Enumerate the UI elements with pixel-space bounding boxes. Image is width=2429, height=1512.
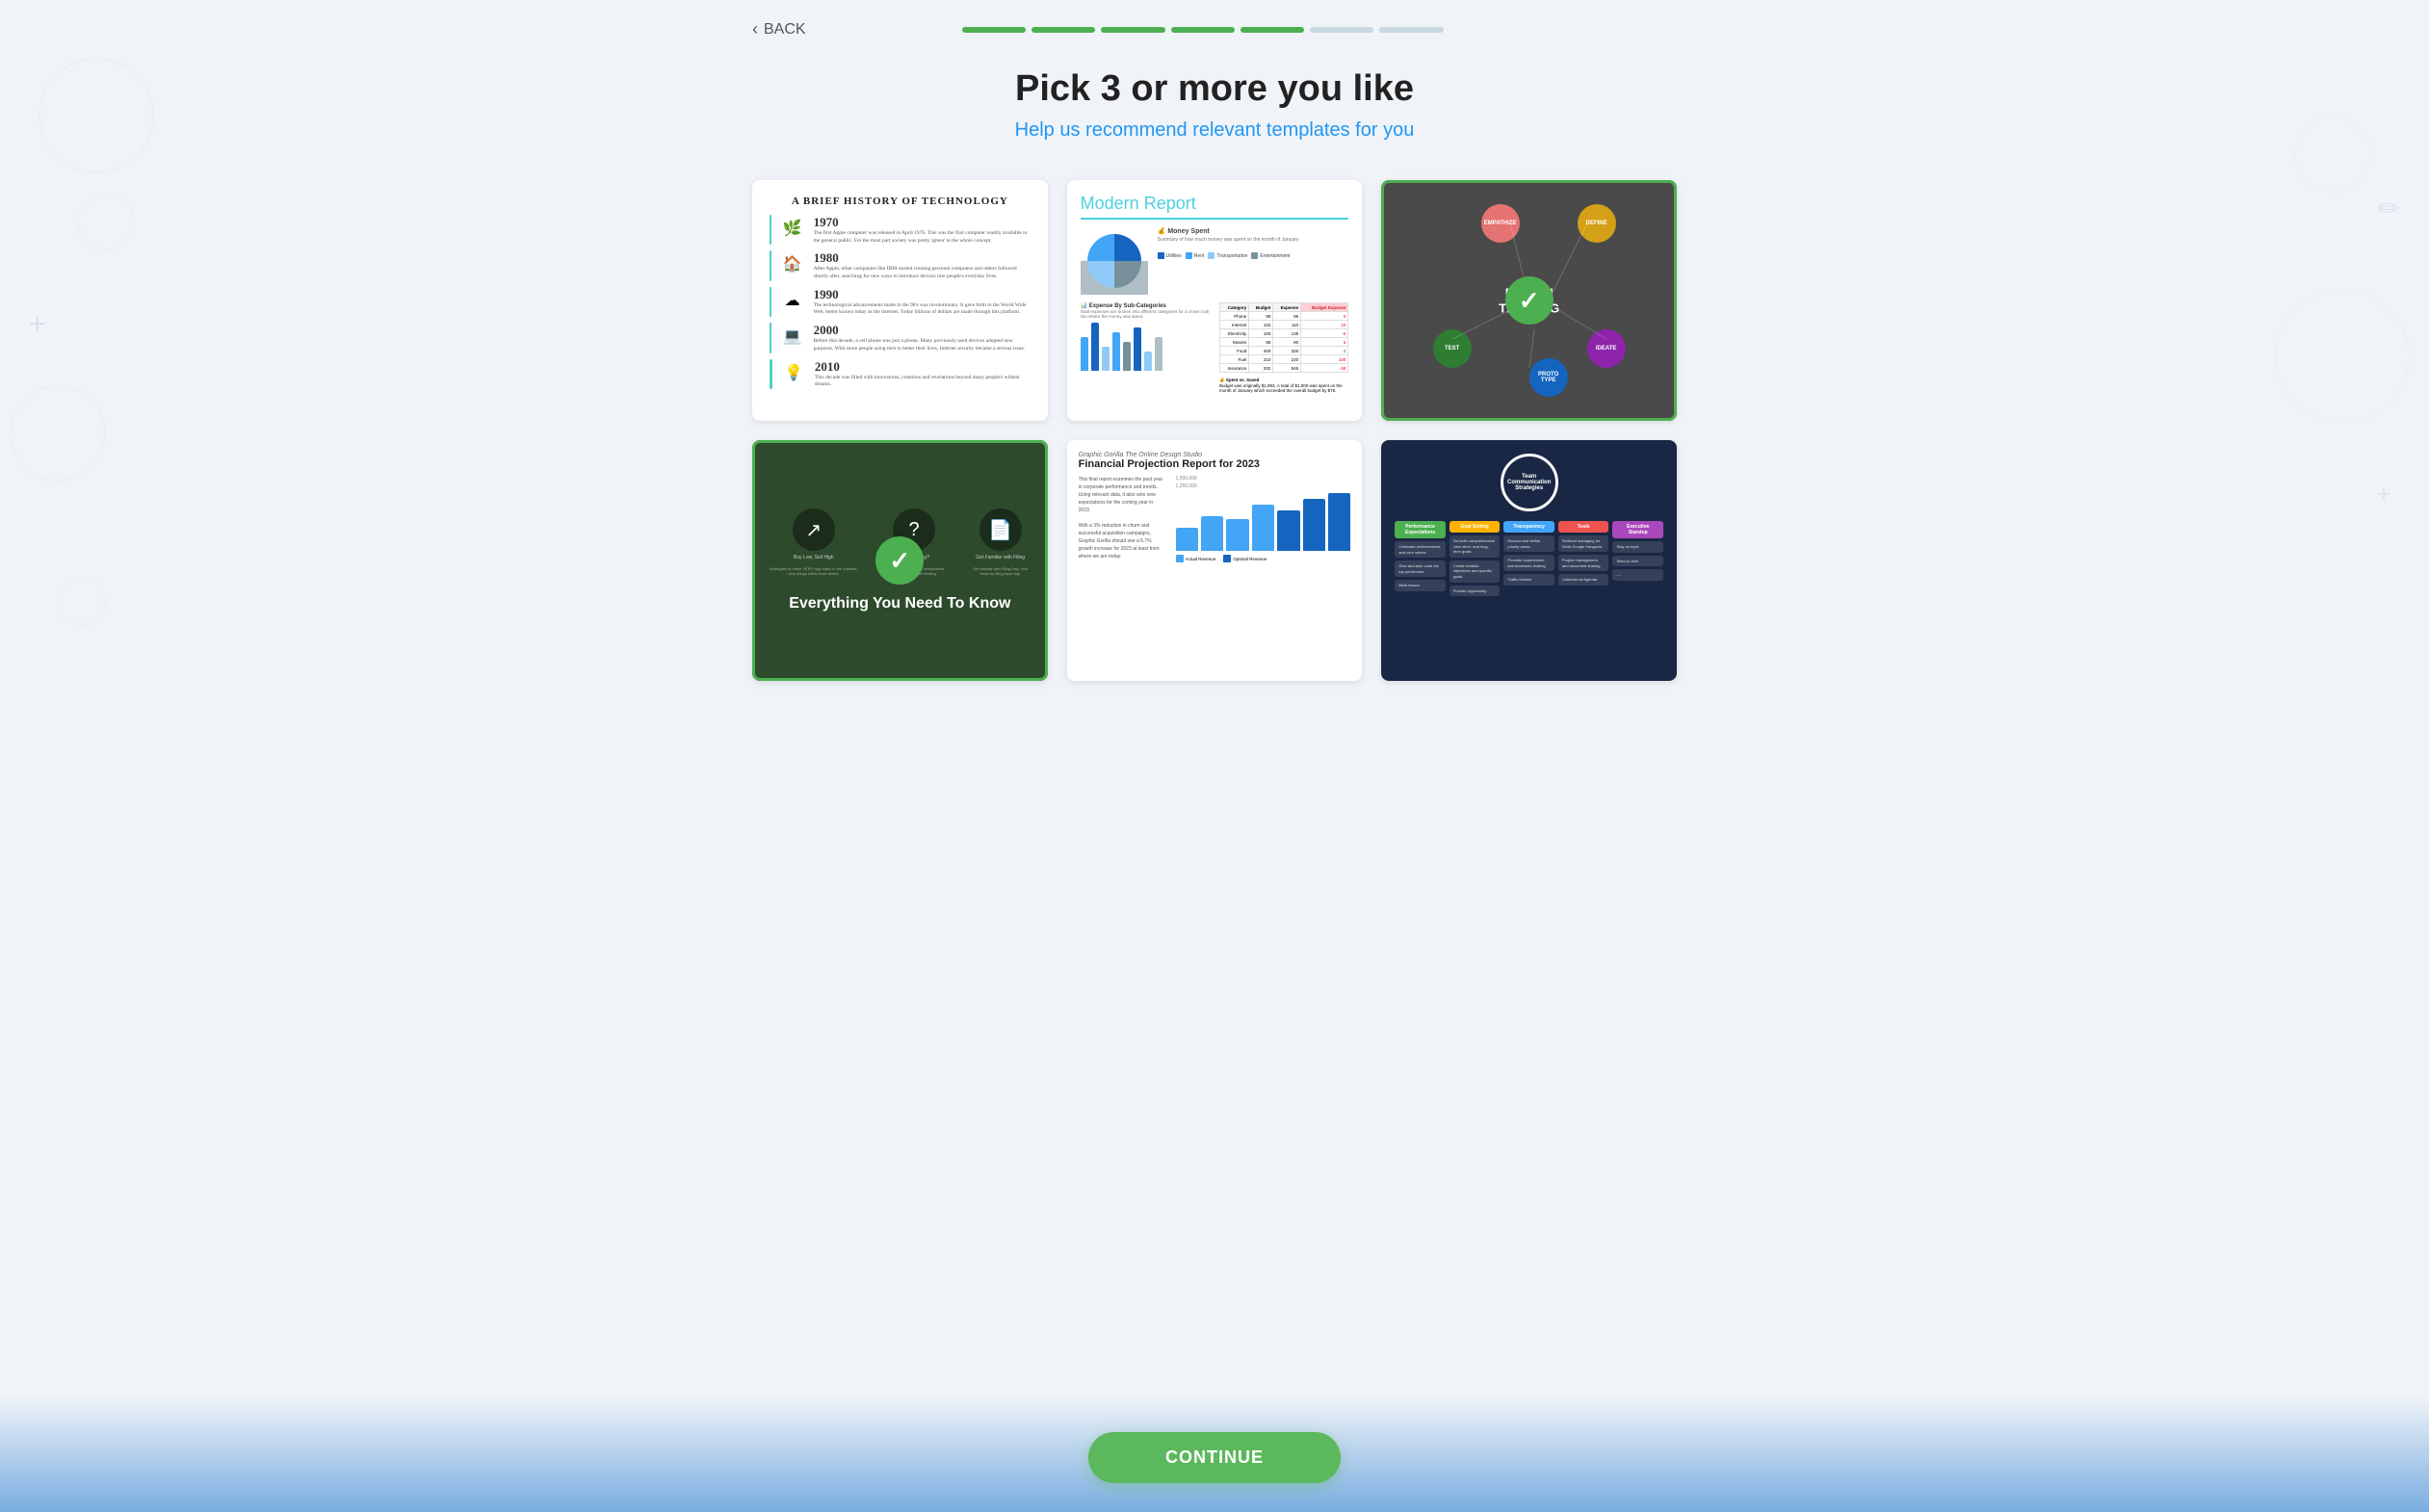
pie-chart-svg	[1081, 227, 1148, 295]
arrow-icon: ↗	[793, 508, 835, 551]
team-col-goals: Goal Setting Set both comprehensive view…	[1450, 521, 1501, 596]
title-section: Pick 3 or more you like Help us recommen…	[752, 68, 1677, 142]
financial-text: This final report examines the past year…	[1079, 476, 1166, 562]
history-icon-1980: 🏠	[779, 250, 806, 277]
team-col-tools: Tools Redirect managing for Work Google …	[1558, 521, 1609, 596]
fin-legend: Actual Revenue Optimal Revenue	[1176, 555, 1351, 562]
financial-header: Graphic Gorilla The Online Design Studio…	[1079, 452, 1351, 470]
financial-title: Financial Projection Report for 2023	[1079, 458, 1351, 470]
team-content: Team Communication Strategies Performanc…	[1381, 440, 1677, 681]
history-item-2010: 💡 2010 This decade was filled with innov…	[768, 359, 1032, 389]
fin-bars	[1176, 493, 1351, 551]
team-columns: Performance Expectations Celebrate achie…	[1395, 521, 1663, 596]
progress-seg-1	[962, 27, 1026, 33]
template-card-team-comm[interactable]: Team Communication Strategies Performanc…	[1381, 440, 1677, 681]
design-selected-check: ✓	[1505, 276, 1554, 325]
history-title: A Brief History of Technology	[768, 196, 1032, 207]
icon-group-doc: 📄 Get Familiar with Filing Get familiar …	[969, 508, 1032, 576]
studio-name: Graphic Gorilla The Online Design Studio	[1079, 452, 1351, 458]
team-col-transparency: Transparency Discuss and define priority…	[1503, 521, 1554, 596]
back-chevron-icon: ‹	[752, 19, 758, 39]
financial-content: Graphic Gorilla The Online Design Studio…	[1067, 440, 1363, 681]
template-card-financial[interactable]: Graphic Gorilla The Online Design Studio…	[1067, 440, 1363, 681]
report-content: Modern Report 💰 Money Spent Su	[1067, 180, 1363, 421]
history-content: A Brief History of Technology 🌿 1970 The…	[752, 180, 1048, 421]
doc-icon: 📄	[979, 508, 1022, 551]
team-center-circle: Team Communication Strategies	[1501, 454, 1558, 511]
report-table-mini: CategoryBudgetExpenseBudget Expense Phon…	[1219, 302, 1348, 393]
history-item-1990: ☁ 1990 The technological advancements ma…	[768, 287, 1032, 317]
history-icon-2000: 💻	[779, 323, 806, 350]
progress-seg-2	[1032, 27, 1095, 33]
progress-seg-4	[1171, 27, 1235, 33]
financial-chart: 1,500,000 1,250,000	[1176, 476, 1351, 562]
history-item-1980: 🏠 1980 After Apple, other companies like…	[768, 250, 1032, 280]
saved-note: 💰 Spent vs. Saved Budget was originally …	[1219, 378, 1348, 393]
report-pie-area: 💰 Money Spent Summary of how much money …	[1081, 227, 1349, 295]
template-card-design-thinking[interactable]: DESIGNTHINKING EMPATHIZE DEFINE IDEATE P…	[1381, 180, 1677, 421]
team-col-executive: Executive Standup Stay on topic Start on…	[1612, 521, 1663, 596]
progress-seg-3	[1101, 27, 1164, 33]
page-title: Pick 3 or more you like	[752, 68, 1677, 110]
icon-group-arrow: ↗ Buy Low, Sell High Strategies to make …	[768, 508, 860, 576]
progress-bar	[962, 27, 1444, 33]
progress-seg-6	[1310, 27, 1373, 33]
history-item-1970: 🌿 1970 The first Apple computer was rele…	[768, 215, 1032, 245]
report-title: Modern Report	[1081, 194, 1349, 220]
header: ‹ BACK	[752, 19, 1677, 39]
template-card-modern-report[interactable]: Modern Report 💰 Money Spent Su	[1067, 180, 1363, 421]
dark-guide-footer-title: Everything You Need To Know	[789, 595, 1010, 613]
continue-button[interactable]: CONTINUE	[1088, 1432, 1341, 1483]
back-label: BACK	[764, 21, 806, 39]
history-icon-1970: 🌿	[779, 215, 806, 242]
progress-seg-7	[1379, 27, 1443, 33]
history-item-2000: 💻 2000 Before this decade, a cell phone …	[768, 323, 1032, 352]
templates-grid: A Brief History of Technology 🌿 1970 The…	[752, 180, 1677, 681]
report-bar-area: 📊 Expense By Sub-Categories Total expens…	[1081, 302, 1349, 393]
card-preview-history: A Brief History of Technology 🌿 1970 The…	[752, 180, 1048, 421]
dark-guide-selected-check: ✓	[875, 536, 924, 585]
team-col-performance: Performance Expectations Celebrate achie…	[1395, 521, 1446, 596]
financial-body: This final report examines the past year…	[1079, 476, 1351, 562]
history-icon-1990: ☁	[779, 287, 806, 314]
history-icon-2010: 💡	[780, 359, 807, 386]
card-preview-financial: Graphic Gorilla The Online Design Studio…	[1067, 440, 1363, 681]
card-preview-team: Team Communication Strategies Performanc…	[1381, 440, 1677, 681]
page-subtitle: Help us recommend relevant templates for…	[752, 119, 1677, 142]
bar-chart-mini: 📊 Expense By Sub-Categories Total expens…	[1081, 302, 1210, 393]
bar-rows	[1081, 323, 1210, 371]
template-card-history[interactable]: A Brief History of Technology 🌿 1970 The…	[752, 180, 1048, 421]
progress-seg-5	[1241, 27, 1304, 33]
bottom-bar: CONTINUE	[0, 1396, 2429, 1512]
pie-legend: 💰 Money Spent Summary of how much money …	[1158, 227, 1299, 295]
card-preview-modern-report: Modern Report 💰 Money Spent Su	[1067, 180, 1363, 421]
template-card-dark-guide[interactable]: ↗ Buy Low, Sell High Strategies to make …	[752, 440, 1048, 681]
back-button[interactable]: ‹ BACK	[752, 19, 806, 39]
page-wrapper: ‹ BACK Pick 3 or more you like Help us r…	[733, 0, 1696, 796]
